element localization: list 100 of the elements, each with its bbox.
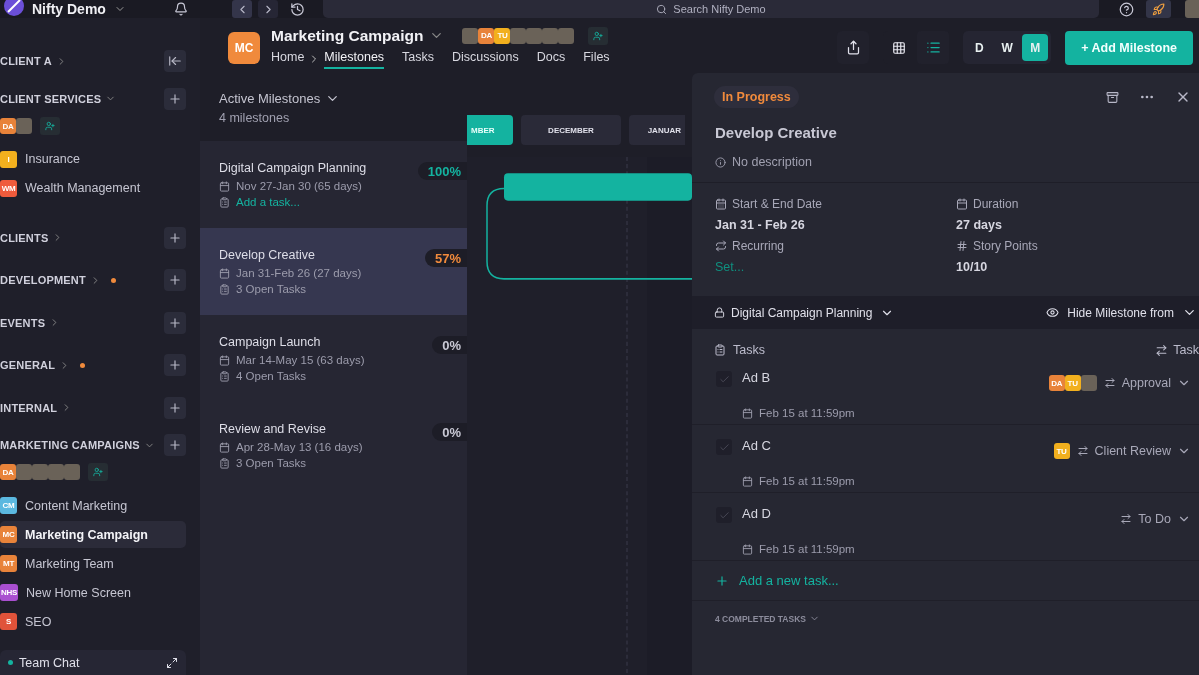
dependency-dropdown[interactable]: Digital Campaign Planning <box>731 305 895 320</box>
list-icon <box>925 40 941 55</box>
project-item[interactable]: S SEO <box>0 608 186 636</box>
add-member-button[interactable] <box>88 463 108 482</box>
field-label: Duration <box>973 197 1019 211</box>
scale-button[interactable]: D <box>966 34 993 61</box>
task-name[interactable]: Ad C <box>742 438 771 465</box>
plus-icon <box>168 91 182 106</box>
task-name[interactable]: Ad B <box>742 370 771 397</box>
add-user-icon <box>45 121 55 131</box>
milestone-filter[interactable]: Active Milestones <box>219 91 341 106</box>
swap-icon <box>1155 343 1169 357</box>
nav-tab[interactable]: Milestones <box>324 49 385 69</box>
task-status-dropdown[interactable]: Approval <box>1103 376 1191 391</box>
project-badge: CM <box>0 497 17 515</box>
milestone-item[interactable]: Digital Campaign Planning Nov 27-Jan 30 (65 days) Add a task... 100% <box>200 141 467 228</box>
group-name[interactable]: CLIENTS <box>0 231 49 244</box>
logo-icon <box>4 0 24 18</box>
add-project-button[interactable] <box>164 311 186 334</box>
group-name[interactable]: MARKETING CAMPAIGNS <box>0 439 140 452</box>
add-project-button[interactable] <box>164 87 186 110</box>
group-name[interactable]: INTERNAL <box>0 401 58 414</box>
progress-percent: 0% <box>432 336 467 354</box>
avatar-placeholder <box>16 118 32 134</box>
back-button[interactable] <box>232 0 252 18</box>
project-item[interactable]: NHS New Home Screen <box>0 579 186 607</box>
add-project-button[interactable] <box>164 434 186 457</box>
add-project-button[interactable] <box>164 354 186 377</box>
calendar-icon <box>219 354 230 366</box>
project-badge: MC <box>228 31 260 64</box>
calendar-icon <box>219 441 230 453</box>
add-project-button[interactable] <box>164 226 186 249</box>
task-checkbox[interactable] <box>716 439 732 455</box>
eye-icon <box>1046 306 1060 319</box>
list-view-button[interactable] <box>917 31 950 64</box>
group-name[interactable]: DEVELOPMENT <box>0 274 86 287</box>
project-badge: MC <box>0 526 17 544</box>
group-name[interactable]: GENERAL <box>0 359 56 372</box>
field-label: Recurring <box>732 239 785 253</box>
add-member-button[interactable] <box>40 117 60 135</box>
add-member-button[interactable] <box>588 26 609 45</box>
tasks-icon <box>219 196 230 208</box>
task-checkbox[interactable] <box>716 371 732 387</box>
task-checkbox[interactable] <box>716 507 732 523</box>
project-badge: WM <box>0 179 17 197</box>
nav-tab[interactable]: Files <box>583 49 610 69</box>
completed-tasks-toggle[interactable]: 4 COMPLETED TASKS <box>692 601 843 636</box>
team-chat-bar[interactable]: Team Chat <box>0 649 186 675</box>
archive-button[interactable] <box>1106 90 1119 104</box>
scale-button[interactable]: W <box>994 34 1021 61</box>
milestone-dates: Jan 31-Feb 26 (27 days) <box>236 267 362 279</box>
progress-percent: 100% <box>417 162 467 180</box>
search-field[interactable]: Search Nifty Demo <box>323 0 1099 18</box>
milestone-item[interactable]: Develop Creative Jan 31-Feb 26 (27 days) 3 Open Tasks 57% <box>200 228 467 315</box>
nav-tab[interactable]: Home <box>271 49 305 69</box>
status-badge[interactable]: In Progress <box>714 86 799 108</box>
group-name[interactable]: EVENTS <box>0 316 46 329</box>
milestone-item[interactable]: Review and Revise Apr 28-May 13 (16 days) 3 Open Tasks 0% <box>200 402 467 489</box>
project-item[interactable]: MT Marketing Team <box>0 550 186 578</box>
nav-tab[interactable]: Tasks <box>402 49 435 69</box>
rocket-button[interactable] <box>1146 0 1171 18</box>
add-task-button[interactable]: Add a new task... <box>692 561 862 600</box>
project-item[interactable]: I Insurance <box>0 145 186 173</box>
project-name: Marketing Team <box>25 556 114 571</box>
group-name[interactable]: CLIENT SERVICES <box>0 92 102 105</box>
task-status-dropdown[interactable]: To Do <box>1120 512 1191 527</box>
project-title: Marketing Campaign <box>271 26 424 45</box>
field-label: Start & End Date <box>732 197 823 211</box>
progress-percent: 57% <box>424 249 467 267</box>
add-project-button[interactable] <box>164 269 186 292</box>
milestone-dates: Mar 14-May 15 (63 days) <box>236 354 365 366</box>
check-icon <box>718 373 730 385</box>
project-name: Content Marketing <box>25 498 128 513</box>
nav-tab[interactable]: Docs <box>536 49 566 69</box>
avatar-initials: TU <box>1064 375 1081 392</box>
swap-icon <box>1076 445 1089 458</box>
project-item[interactable]: CM Content Marketing <box>0 492 186 520</box>
swap-icon <box>1120 513 1133 526</box>
forward-button[interactable] <box>258 0 278 18</box>
add-project-button[interactable] <box>164 396 186 419</box>
add-task-link[interactable]: Add a task... <box>236 196 300 208</box>
collapse-sidebar-button[interactable] <box>164 50 186 73</box>
export-button[interactable] <box>837 31 870 64</box>
task-status-dropdown[interactable]: Client Review <box>1076 444 1191 459</box>
task-name[interactable]: Ad D <box>742 506 771 533</box>
workspace-name[interactable]: Nifty Demo <box>32 1 106 17</box>
add-user-icon <box>93 467 103 478</box>
nav-tab[interactable]: Discussions <box>452 49 519 69</box>
milestone-item[interactable]: Campaign Launch Mar 14-May 15 (63 days) 4 Open Tasks 0% <box>200 315 467 402</box>
milestone-count: 4 milestones <box>219 111 290 125</box>
project-item[interactable]: WM Wealth Management <box>0 174 186 202</box>
project-item[interactable]: MC Marketing Campaign <box>0 521 186 549</box>
team-chat-label: Team Chat <box>19 655 80 670</box>
milestone-dates: Apr 28-May 13 (16 days) <box>236 441 363 453</box>
set-link[interactable]: Set... <box>715 260 745 274</box>
hide-milestone-dropdown[interactable]: Hide Milestone from <box>1046 305 1197 320</box>
milestone-name: Review and Revise <box>219 422 326 436</box>
group-name[interactable]: CLIENT A <box>0 55 52 68</box>
share-icon <box>845 40 861 55</box>
sort-button[interactable]: Task <box>1155 343 1199 357</box>
